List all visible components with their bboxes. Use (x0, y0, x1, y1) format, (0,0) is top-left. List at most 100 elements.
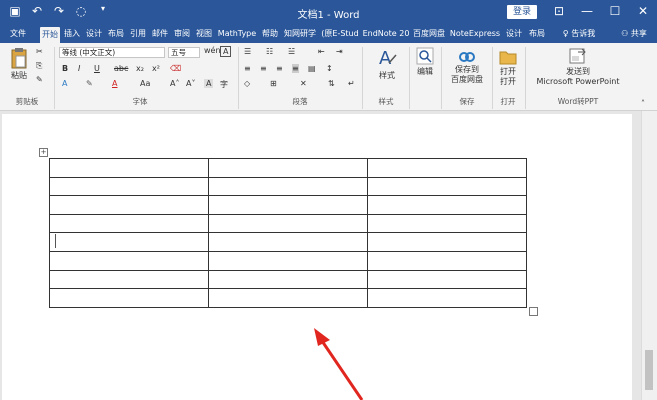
tab-mailings[interactable]: 邮件 (150, 26, 170, 41)
table-cell[interactable] (208, 288, 368, 308)
minimize-icon[interactable]: — (573, 0, 601, 24)
table-cell[interactable] (367, 288, 527, 308)
tab-cnki[interactable]: 知网研学 (282, 26, 318, 41)
grow-font-button[interactable]: A˄ (170, 79, 179, 88)
underline-button[interactable]: U (94, 64, 100, 73)
tab-help[interactable]: 帮助 (260, 26, 280, 41)
char-border-icon[interactable]: A (220, 46, 232, 57)
bold-button[interactable]: B (62, 64, 68, 73)
enclose-char-button[interactable]: 字 (220, 79, 228, 90)
table-cell[interactable] (367, 213, 527, 234)
ribbon-display-icon[interactable]: ⊡ (545, 0, 573, 24)
table-cell[interactable] (49, 213, 209, 234)
tab-endnote[interactable]: EndNote 20 (362, 26, 410, 41)
tab-table-layout[interactable]: 布局 (526, 26, 548, 41)
table-cell[interactable] (208, 232, 368, 252)
editing-button[interactable]: 编辑 (412, 47, 438, 77)
copy-icon[interactable]: ⎘ (36, 61, 42, 71)
phonetic-guide-icon[interactable]: wén (204, 46, 221, 55)
table-cell[interactable] (208, 158, 368, 178)
tab-review[interactable]: 审阅 (172, 26, 192, 41)
cut-icon[interactable]: ✂ (36, 47, 43, 56)
table-cell[interactable] (49, 158, 209, 178)
maximize-icon[interactable]: ☐ (601, 0, 629, 24)
table-cell[interactable] (367, 195, 527, 215)
borders-icon[interactable]: ⊞ (270, 79, 277, 88)
table-cell[interactable] (208, 176, 368, 197)
tab-baidu-netdisk[interactable]: 百度网盘 (411, 26, 447, 41)
send-to-powerpoint-button[interactable]: 发送到 Microsoft PowerPoint (530, 47, 626, 87)
shrink-font-button[interactable]: A˅ (186, 79, 195, 88)
table-cell[interactable] (367, 250, 527, 271)
table-cell[interactable] (49, 288, 209, 308)
highlight-icon[interactable]: ✎ (86, 79, 93, 88)
scrollbar-thumb[interactable] (645, 350, 653, 390)
tab-table-design[interactable]: 设计 (503, 26, 525, 41)
clear-format-icon[interactable]: ⌫ (170, 64, 181, 73)
chinese-layout-icon[interactable]: ✕ (300, 79, 307, 88)
justify-icon[interactable]: ≡ (292, 64, 299, 73)
change-case-button[interactable]: Aa (140, 79, 150, 88)
table-cell[interactable] (49, 269, 209, 290)
font-name-select[interactable]: 等线 (中文正文) (59, 47, 165, 58)
table-cell[interactable] (49, 195, 209, 215)
table-cell[interactable] (49, 232, 209, 252)
superscript-button[interactable]: x² (152, 64, 160, 73)
open-button[interactable]: 打开 打开 (497, 49, 519, 87)
bullets-icon[interactable]: ☰ (244, 47, 251, 56)
table-cell[interactable] (49, 250, 209, 271)
table-move-handle[interactable]: + (39, 148, 48, 157)
tab-file[interactable]: 文件 (4, 26, 32, 41)
table-cell[interactable] (208, 269, 368, 290)
save-to-baidu-button[interactable]: 保存到 百度网盘 (446, 49, 488, 85)
subscript-button[interactable]: x₂ (136, 64, 144, 73)
numbering-icon[interactable]: ☷ (266, 47, 273, 56)
table-resize-handle[interactable] (529, 307, 538, 316)
font-size-select[interactable]: 五号 (168, 47, 200, 58)
table-cell[interactable] (208, 195, 368, 215)
close-icon[interactable]: ✕ (629, 0, 657, 24)
shading-icon[interactable]: ◇ (244, 79, 250, 88)
table-cell[interactable] (208, 250, 368, 271)
svg-text:A: A (379, 48, 392, 69)
table-cell[interactable] (367, 176, 527, 197)
login-button[interactable]: 登录 (507, 5, 538, 19)
tab-mathtype[interactable]: MathType (216, 26, 258, 41)
strikethrough-button[interactable]: abc (114, 64, 128, 73)
italic-button[interactable]: I (78, 64, 80, 73)
tab-references[interactable]: 引用 (128, 26, 148, 41)
table-cell[interactable] (367, 158, 527, 178)
table-row (49, 176, 527, 197)
format-painter-icon[interactable]: ✎ (36, 75, 43, 84)
distributed-icon[interactable]: ▤ (308, 64, 316, 73)
text-effect-icon[interactable]: A (62, 79, 67, 88)
tab-view[interactable]: 视图 (194, 26, 214, 41)
line-spacing-icon[interactable]: ↕ (326, 64, 333, 73)
align-right-icon[interactable]: ≡ (276, 64, 283, 73)
paste-button[interactable]: 粘贴 (6, 47, 32, 81)
tab-insert[interactable]: 插入 (62, 26, 82, 41)
tab-layout[interactable]: 布局 (106, 26, 126, 41)
sort-icon[interactable]: ⇅ (328, 79, 335, 88)
tab-design[interactable]: 设计 (84, 26, 104, 41)
table-cell[interactable] (367, 269, 527, 290)
align-center-icon[interactable]: ≡ (260, 64, 267, 73)
tell-me-box[interactable]: ♀ 告诉我 (554, 26, 604, 41)
multilevel-list-icon[interactable]: ☱ (288, 47, 295, 56)
align-left-icon[interactable]: ≡ (244, 64, 251, 73)
tab-home[interactable]: 开始 (40, 27, 60, 43)
table-cell[interactable] (49, 176, 209, 197)
tab-noteexpress[interactable]: NoteExpress (448, 26, 502, 41)
share-button[interactable]: ⚇ 共享 (614, 26, 654, 41)
table-cell[interactable] (367, 232, 527, 252)
tab-estudy[interactable]: (原E-Stud (319, 26, 361, 41)
show-marks-icon[interactable]: ↵ (348, 79, 355, 88)
font-color-button[interactable]: A (112, 79, 117, 88)
table-cell[interactable] (208, 213, 368, 234)
increase-indent-icon[interactable]: ⇥ (336, 47, 343, 56)
char-shading-button[interactable]: A (204, 79, 214, 88)
collapse-ribbon-icon[interactable]: ˄ (641, 99, 645, 108)
styles-button[interactable]: A 样式 (370, 47, 404, 81)
document-table[interactable] (49, 158, 527, 308)
decrease-indent-icon[interactable]: ⇤ (318, 47, 325, 56)
